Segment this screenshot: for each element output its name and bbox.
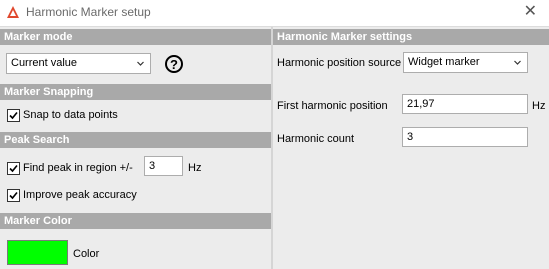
window-title: Harmonic Marker setup bbox=[26, 5, 151, 19]
color-label: Color bbox=[73, 248, 100, 260]
harmonic-count-label: Harmonic count bbox=[277, 133, 355, 145]
first-harmonic-input[interactable]: 21,97 bbox=[402, 94, 528, 114]
peak-search-header: Peak Search bbox=[0, 132, 271, 148]
improve-label: Improve peak accuracy bbox=[23, 189, 137, 201]
marker-snapping-header: Marker Snapping bbox=[0, 84, 271, 100]
title-bar: Harmonic Marker setup ✕ bbox=[0, 0, 549, 27]
find-peak-checkbox-box[interactable] bbox=[7, 162, 20, 175]
chevron-down-icon bbox=[514, 60, 521, 65]
marker-mode-value: Current value bbox=[11, 57, 78, 69]
chevron-down-icon bbox=[137, 61, 144, 66]
position-source-dropdown[interactable]: Widget marker bbox=[403, 52, 528, 73]
snap-label: Snap to data points bbox=[23, 109, 118, 121]
position-source-label: Harmonic position source bbox=[277, 57, 402, 69]
peak-region-input[interactable]: 3 bbox=[144, 156, 183, 176]
right-panel: Harmonic Marker settings Harmonic positi… bbox=[273, 27, 549, 269]
checkmark-icon bbox=[9, 164, 18, 173]
peak-region-unit: Hz bbox=[188, 162, 202, 174]
left-panel: Marker mode Current value ? Marker Snapp… bbox=[0, 27, 271, 269]
marker-mode-header: Marker mode bbox=[0, 29, 271, 45]
find-peak-label: Find peak in region +/- bbox=[23, 162, 133, 174]
checkmark-icon bbox=[9, 191, 18, 200]
harmonic-marker-settings-header: Harmonic Marker settings bbox=[273, 29, 549, 45]
position-source-value: Widget marker bbox=[408, 56, 480, 68]
marker-color-swatch[interactable] bbox=[7, 240, 68, 265]
checkmark-icon bbox=[9, 111, 18, 120]
harmonic-count-input[interactable]: 3 bbox=[402, 127, 528, 147]
app-logo-icon bbox=[7, 6, 19, 18]
help-icon[interactable]: ? bbox=[165, 55, 183, 73]
first-harmonic-label: First harmonic position bbox=[277, 100, 388, 112]
marker-color-header: Marker Color bbox=[0, 213, 271, 229]
first-harmonic-unit: Hz bbox=[532, 100, 546, 112]
improve-checkbox-box[interactable] bbox=[7, 189, 20, 202]
snap-checkbox-box[interactable] bbox=[7, 109, 20, 122]
close-icon[interactable]: ✕ bbox=[524, 3, 537, 21]
marker-mode-dropdown[interactable]: Current value bbox=[6, 53, 151, 74]
